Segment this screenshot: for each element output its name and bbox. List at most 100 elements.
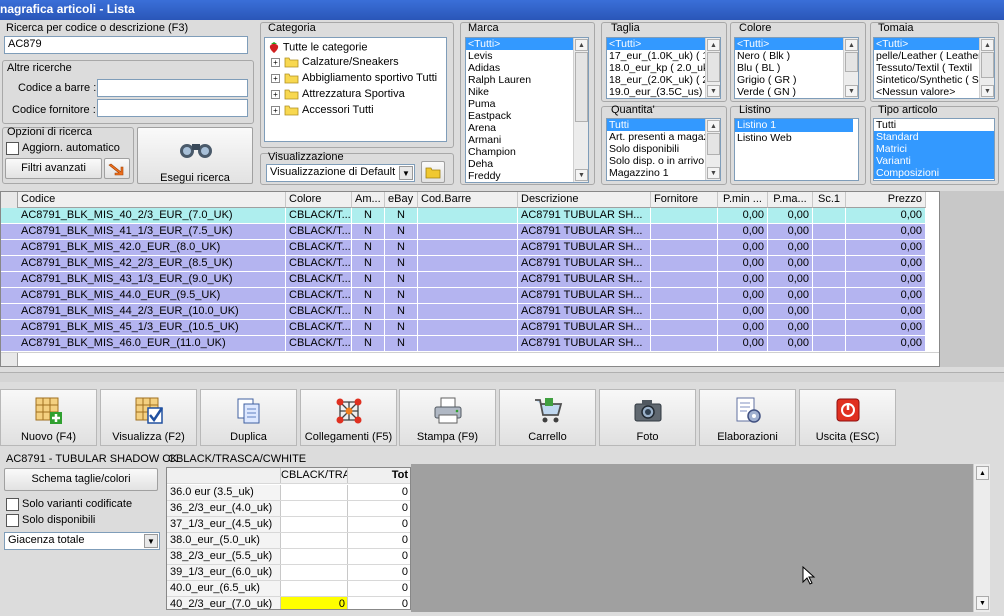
- toolbar-button-8[interactable]: Uscita (ESC): [799, 389, 896, 446]
- table-cell[interactable]: CBLACK/T...: [286, 224, 352, 240]
- size-list[interactable]: <Tutti> 17_eur_(1.0K_uk) ( 1 18.0_eur_kp (…: [606, 37, 721, 99]
- table-cell[interactable]: 0,00: [768, 208, 813, 224]
- toolbar-button-3[interactable]: Collegamenti (F5): [300, 389, 397, 446]
- scroll-up-icon[interactable]: ▲: [976, 466, 989, 480]
- list-item[interactable]: Art. presenti a magaz: [607, 131, 720, 143]
- list-item[interactable]: Grigio ( GR ): [735, 74, 858, 86]
- table-cell[interactable]: 0,00: [768, 256, 813, 272]
- table-cell[interactable]: CBLACK/T...: [286, 336, 352, 352]
- table-cell[interactable]: CBLACK/T...: [286, 272, 352, 288]
- list-item[interactable]: pelle/Leather ( Leather: [874, 50, 994, 62]
- table-cell[interactable]: CBLACK/T...: [286, 320, 352, 336]
- category-root[interactable]: Tutte le categorie: [268, 41, 367, 55]
- table-row[interactable]: AC8791_BLK_MIS_41_1/3_EUR_(7.5_UK) CBLACK…: [1, 224, 939, 240]
- view-folder-button[interactable]: [421, 161, 445, 183]
- column-header[interactable]: eBay: [385, 192, 418, 208]
- table-cell[interactable]: 0,00: [768, 288, 813, 304]
- toolbar-button-1[interactable]: Visualizza (F2): [100, 389, 197, 446]
- size-row[interactable]: 38_2/3_eur_(5.5_uk) 0: [167, 549, 410, 565]
- qty-cell[interactable]: 0: [281, 597, 348, 609]
- table-cell[interactable]: N: [352, 336, 385, 352]
- search-input[interactable]: AC879: [4, 36, 248, 54]
- list-item[interactable]: Nero ( Blk ): [735, 50, 858, 62]
- scroll-thumb[interactable]: [707, 133, 720, 155]
- table-row[interactable]: AC8791_BLK_MIS_43_1/3_EUR_(9.0_UK) CBLACK…: [1, 272, 939, 288]
- list-item[interactable]: Verde ( GN ): [735, 86, 858, 98]
- column-header[interactable]: Prezzo: [846, 192, 926, 208]
- table-cell[interactable]: [813, 304, 846, 320]
- table-cell[interactable]: [651, 224, 718, 240]
- table-row[interactable]: AC8791_BLK_MIS_40_2/3_EUR_(7.0_UK) CBLACK…: [1, 208, 939, 224]
- table-cell[interactable]: AC8791 TUBULAR SH...: [518, 320, 651, 336]
- table-row[interactable]: AC8791_BLK_MIS_44_2/3_EUR_(10.0_UK) CBLAC…: [1, 304, 939, 320]
- list-item[interactable]: 19.0_eur_(3.5C_us) (: [607, 86, 720, 98]
- table-cell[interactable]: [418, 304, 518, 320]
- column-header[interactable]: Codice: [18, 192, 286, 208]
- table-cell[interactable]: AC8791_BLK_MIS_42.0_EUR_(8.0_UK): [18, 240, 286, 256]
- table-cell[interactable]: 0,00: [768, 320, 813, 336]
- auto-refresh-checkbox[interactable]: [6, 142, 19, 155]
- row-selector[interactable]: [1, 336, 18, 352]
- table-cell[interactable]: 0,00: [718, 240, 768, 256]
- pricelist-list[interactable]: Listino 1 Listino Web: [734, 118, 859, 181]
- list-scrollbar[interactable]: ▲ ▼: [979, 38, 994, 98]
- qty-cell[interactable]: [281, 533, 348, 548]
- category-item[interactable]: + Accessori Tutti: [271, 104, 374, 118]
- toolbar-button-5[interactable]: Carrello: [499, 389, 596, 446]
- table-cell[interactable]: AC8791_BLK_MIS_42_2/3_EUR_(8.5_UK): [18, 256, 286, 272]
- list-item[interactable]: Tutti: [874, 119, 994, 131]
- list-item[interactable]: Listino 1: [735, 119, 853, 132]
- table-cell[interactable]: N: [385, 240, 418, 256]
- table-cell[interactable]: [418, 224, 518, 240]
- table-cell[interactable]: N: [385, 224, 418, 240]
- column-header[interactable]: Fornitore: [651, 192, 718, 208]
- list-item[interactable]: Listino Web: [735, 132, 858, 145]
- table-cell[interactable]: 0,00: [846, 336, 926, 352]
- list-item[interactable]: Sintetico/Synthetic ( S: [874, 74, 994, 86]
- toolbar-button-4[interactable]: Stampa (F9): [399, 389, 496, 446]
- category-item[interactable]: + Attrezzatura Sportiva: [271, 88, 405, 102]
- barcode-input[interactable]: [97, 79, 248, 97]
- scroll-down-icon[interactable]: ▼: [981, 85, 994, 97]
- table-cell[interactable]: 0,00: [846, 320, 926, 336]
- list-item[interactable]: Matrici: [874, 143, 994, 155]
- table-cell[interactable]: [813, 240, 846, 256]
- table-cell[interactable]: AC8791_BLK_MIS_44_2/3_EUR_(10.0_UK): [18, 304, 286, 320]
- list-item[interactable]: Standard: [874, 131, 994, 143]
- scroll-down-icon[interactable]: ▼: [575, 169, 588, 181]
- expand-icon[interactable]: +: [271, 57, 280, 67]
- table-cell[interactable]: 0,00: [718, 336, 768, 352]
- table-cell[interactable]: AC8791 TUBULAR SH...: [518, 208, 651, 224]
- category-item[interactable]: + Abbigliamento sportivo Tutti: [271, 72, 437, 86]
- supplier-code-input[interactable]: [97, 99, 248, 117]
- table-cell[interactable]: N: [385, 208, 418, 224]
- size-row[interactable]: 36.0 eur (3.5_uk) 0: [167, 485, 410, 501]
- table-cell[interactable]: [813, 224, 846, 240]
- list-item[interactable]: Tessuto/Textil ( Textil: [874, 62, 994, 74]
- row-selector[interactable]: [1, 208, 18, 224]
- column-header[interactable]: Sc.1: [813, 192, 846, 208]
- list-item[interactable]: Solo disp. o in arrivo: [607, 155, 720, 167]
- list-item[interactable]: <Tutti>: [874, 38, 994, 50]
- list-item[interactable]: <Tutti>: [466, 38, 588, 50]
- table-cell[interactable]: AC8791 TUBULAR SH...: [518, 240, 651, 256]
- row-selector[interactable]: [1, 304, 18, 320]
- table-cell[interactable]: N: [352, 224, 385, 240]
- table-cell[interactable]: 0,00: [718, 288, 768, 304]
- article-type-list[interactable]: Tutti Standard Matrici Varianti Composizioni: [873, 118, 995, 181]
- table-cell[interactable]: [651, 320, 718, 336]
- list-item[interactable]: Magazzino 1: [607, 167, 720, 179]
- table-cell[interactable]: [418, 320, 518, 336]
- table-cell[interactable]: N: [352, 304, 385, 320]
- articles-table[interactable]: Codice Colore Am... eBay Cod.Barre Descrizion…: [0, 191, 940, 367]
- column-header[interactable]: P.ma...: [768, 192, 813, 208]
- vertical-scrollbar[interactable]: ▲ ▼: [973, 464, 990, 612]
- view-select[interactable]: Visualizzazione di Default ▼: [266, 164, 415, 182]
- list-item[interactable]: Ralph Lauren: [466, 74, 588, 86]
- table-cell[interactable]: [418, 272, 518, 288]
- size-row[interactable]: 39_1/3_eur_(6.0_uk) 0: [167, 565, 410, 581]
- row-selector[interactable]: [1, 224, 18, 240]
- list-item[interactable]: Blu ( BL ): [735, 62, 858, 74]
- scroll-down-icon[interactable]: ▼: [707, 167, 720, 179]
- splitter[interactable]: [0, 372, 1004, 382]
